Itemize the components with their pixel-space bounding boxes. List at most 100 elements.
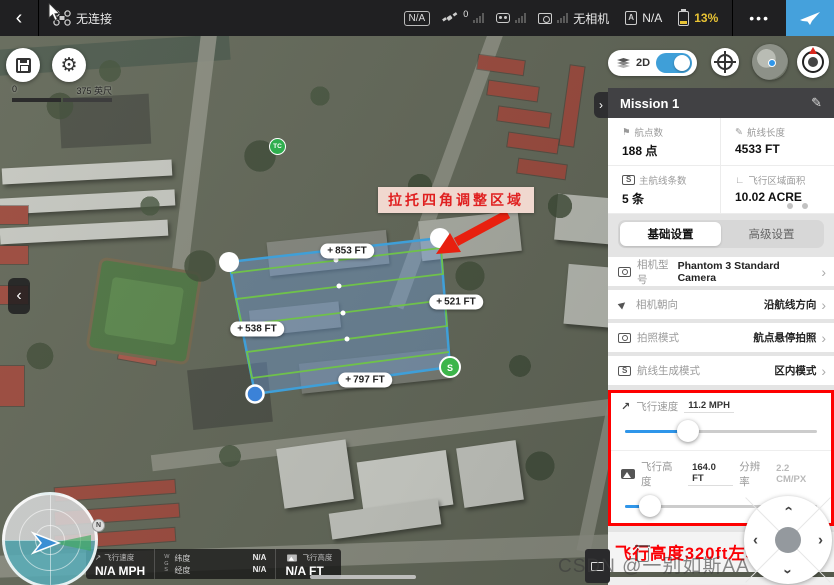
camera-status-label: 无相机	[573, 10, 609, 27]
altitude-value: 164.0 FT	[688, 462, 733, 486]
setting-camera-heading[interactable]: 相机朝向 沿航线方向 ›	[608, 290, 834, 319]
chevron-right-icon: ›	[821, 297, 826, 313]
battery-icon	[678, 11, 689, 26]
left-panel-collapse-button[interactable]: ‹	[8, 278, 30, 314]
chevron-right-icon: ›	[821, 330, 826, 346]
plus-icon: +	[436, 297, 442, 308]
resolution-value: 2.2 CM/PX	[776, 463, 821, 485]
rc-battery-value: N/A	[642, 11, 662, 25]
stats-page-dots[interactable]	[787, 203, 808, 209]
flight-mode-badge: N/A	[404, 11, 431, 26]
north-badge: N	[92, 519, 105, 532]
telemetry-bar: ↗飞行速度 N/A MPH WGS 纬度N/A 经度N/A 飞行高度 N/A F…	[86, 549, 341, 579]
plus-icon: +	[345, 375, 351, 386]
mode-2d-label: 2D	[636, 57, 650, 69]
nudge-up-button[interactable]: ›	[780, 506, 797, 511]
setting-photo-mode[interactable]: 拍照模式 航点悬停拍照 ›	[608, 323, 834, 352]
chevron-left-icon: ‹	[16, 287, 21, 305]
tab-basic-settings[interactable]: 基础设置	[620, 222, 721, 246]
rc-signal	[496, 13, 526, 23]
takeoff-button[interactable]	[786, 0, 834, 36]
scale-zero: 0	[12, 84, 17, 97]
altitude-icon	[288, 554, 298, 561]
nudge-down-button[interactable]: ›	[780, 569, 797, 574]
panel-collapse-button[interactable]: ›	[594, 92, 608, 118]
mission-area-polygon[interactable]	[229, 238, 450, 394]
tab-advanced-settings[interactable]: 高级设置	[721, 222, 822, 246]
watermark: CSDN @一别如斯AA	[558, 551, 750, 578]
camera-icon	[538, 13, 552, 24]
compass-reset-button[interactable]	[797, 46, 829, 78]
connection-status-label: 无连接	[76, 10, 112, 27]
top-status-bar: ‹ 无连接 N/A 0 无相机 N/A 13%	[0, 0, 834, 36]
mission-stats: ⚑航点数 188 点 ✎航线长度 4533 FT 主航线条数 5 条 ∟飞行区域…	[608, 118, 834, 214]
route-mode-icon	[618, 366, 631, 376]
stat-waypoints: ⚑航点数 188 点	[608, 118, 721, 166]
scale-bar	[12, 98, 112, 102]
flight-speed-setting: ↗ 飞行速度 11.2 MPH	[611, 393, 831, 448]
area-icon: ∟	[735, 175, 744, 186]
gear-icon: ⚙	[60, 56, 77, 75]
corner-handle-top-left[interactable]	[219, 252, 239, 272]
corner-handle-bottom-left[interactable]	[247, 386, 264, 403]
home-indicator-bar[interactable]	[310, 575, 416, 579]
mission-panel: › Mission 1 ✎ ⚑航点数 188 点 ✎航线长度 4533 FT 主…	[608, 88, 834, 545]
aircraft-battery-status: 13%	[678, 11, 718, 26]
edge-length-label-bottom: +797 FT	[338, 373, 392, 388]
rc-battery-icon	[625, 11, 637, 25]
attitude-compass-widget	[2, 492, 98, 585]
aircraft-arrow-icon	[33, 533, 59, 553]
start-point-marker[interactable]: S	[440, 357, 460, 377]
altitude-icon	[621, 469, 635, 479]
gps-signal-bars-icon	[473, 13, 484, 23]
route-length-icon: ✎	[735, 127, 743, 138]
position-nudge-dpad[interactable]: › › › ›	[744, 496, 832, 584]
speed-slider[interactable]	[625, 420, 817, 442]
annotation-label: 拉托四角调整区域	[378, 187, 534, 213]
stat-area: ∟飞行区域面积 10.02 ACRE	[721, 166, 834, 214]
setting-camera-model[interactable]: 相机型号 Phantom 3 Standard Camera ›	[608, 257, 834, 286]
airplane-icon	[799, 9, 821, 27]
waypoint-dot	[345, 337, 350, 342]
mission-header: Mission 1 ✎	[608, 88, 834, 118]
rc-signal-bars-icon	[515, 13, 526, 23]
map-settings-button[interactable]: ⚙	[52, 48, 86, 82]
plus-icon: +	[237, 324, 243, 335]
setting-route-mode[interactable]: 航线生成模式 区内模式 ›	[608, 356, 834, 385]
wgs-label: WGS	[164, 552, 169, 576]
waypoint-icon: ⚑	[622, 127, 631, 138]
edge-length-label-left: +538 FT	[230, 322, 284, 337]
save-mission-button[interactable]	[6, 48, 40, 82]
chevron-right-icon: ›	[599, 98, 603, 112]
more-menu-button[interactable]: •••	[733, 10, 786, 26]
waypoint-dot	[341, 311, 346, 316]
photo-mode-icon	[618, 333, 631, 343]
compass-icon	[802, 51, 824, 73]
back-button[interactable]: ‹	[0, 7, 38, 30]
settings-tabs: 基础设置 高级设置	[608, 214, 834, 253]
nudge-left-button[interactable]: ›	[753, 532, 758, 549]
edge-length-label-right: +521 FT	[429, 295, 483, 310]
minimap-button[interactable]	[752, 44, 788, 80]
nudge-center-button[interactable]	[775, 527, 801, 553]
map-scale: 0375 英尺	[12, 84, 112, 102]
remote-controller-icon	[496, 13, 510, 23]
mode-2d-toggle[interactable]	[656, 53, 692, 73]
stat-route-length: ✎航线长度 4533 FT	[721, 118, 834, 166]
altitude-slider-thumb[interactable]	[639, 495, 661, 517]
edit-mission-icon[interactable]: ✎	[811, 95, 822, 111]
waypoint-dot	[337, 284, 342, 289]
gps-count: 0	[463, 9, 468, 19]
speed-icon: ↗	[621, 400, 630, 413]
main-lines-icon	[622, 175, 635, 185]
edge-length-label-top: +853 FT	[320, 244, 374, 259]
speed-slider-thumb[interactable]	[677, 420, 699, 442]
gps-status: 0	[442, 11, 484, 25]
nudge-right-button[interactable]: ›	[818, 532, 823, 549]
camera-icon	[618, 267, 631, 277]
locate-button[interactable]	[711, 48, 739, 76]
svg-text:S: S	[447, 363, 453, 373]
camera-signal: 无相机	[538, 10, 609, 27]
rc-battery-status: N/A	[625, 11, 662, 25]
chevron-right-icon: ›	[821, 363, 826, 379]
